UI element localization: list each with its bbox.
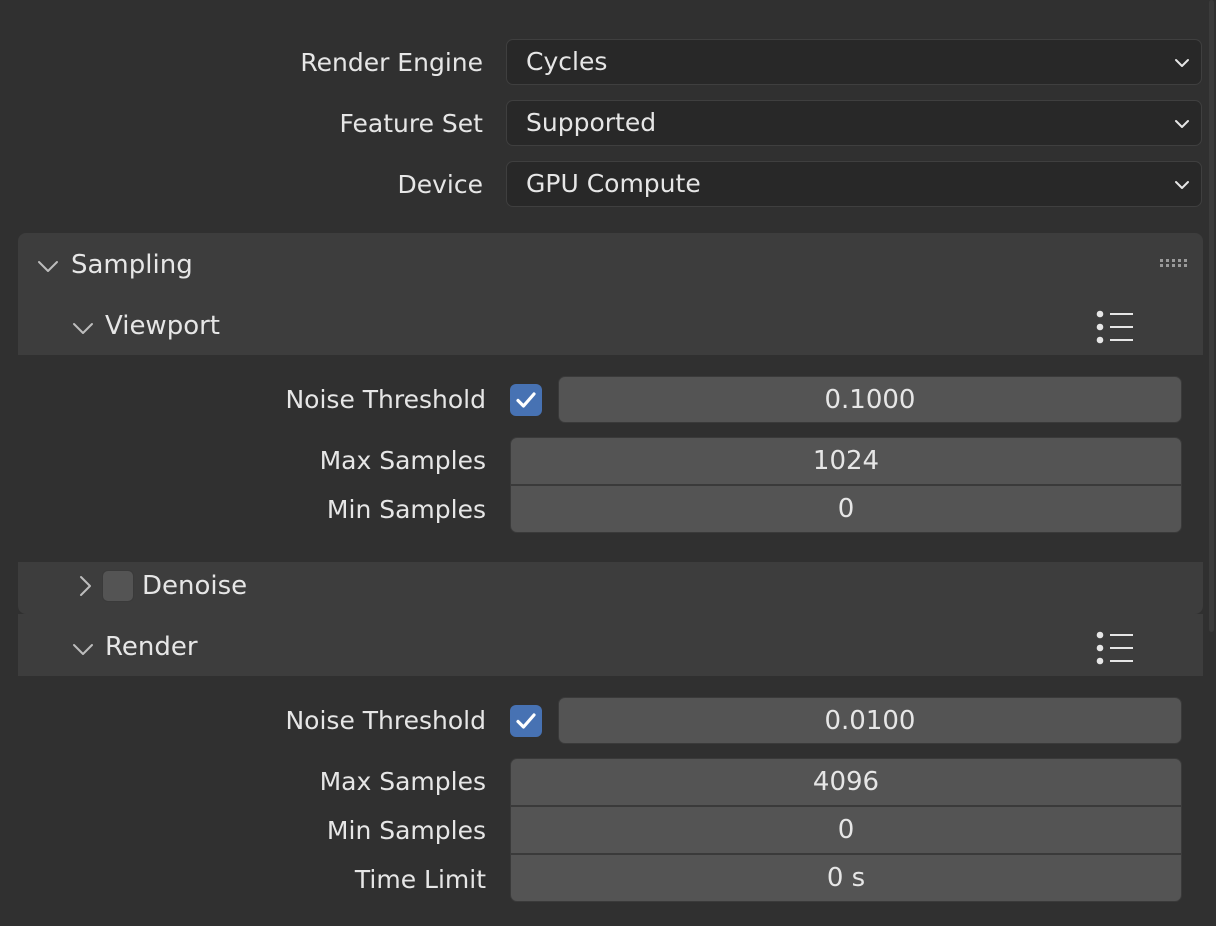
chevron-right-icon[interactable] [73,574,97,598]
render-max-samples-field[interactable]: 4096 [510,758,1182,806]
device-value: GPU Compute [526,169,701,198]
preset-list-icon[interactable] [1095,309,1135,345]
checkmark-icon [516,392,536,408]
render-engine-value: Cycles [526,47,608,76]
viewport-noise-threshold-checkbox[interactable] [510,384,542,416]
feature-set-value: Supported [526,108,657,137]
device-dropdown[interactable]: GPU Compute [506,161,1202,207]
render-max-samples-label: Max Samples [319,767,486,796]
render-time-limit-label: Time Limit [354,865,486,894]
viewport-min-samples-label: Min Samples [326,495,486,524]
sampling-panel-title[interactable]: Sampling [71,250,193,280]
feature-set-dropdown[interactable]: Supported [506,100,1202,146]
chevron-down-icon [1175,120,1189,128]
viewport-subpanel-title[interactable]: Viewport [105,311,220,341]
render-noise-threshold-value: 0.0100 [824,705,916,736]
viewport-min-samples-value: 0 [837,494,855,524]
preset-list-icon[interactable] [1095,630,1135,666]
render-max-samples-value: 4096 [812,767,880,797]
viewport-noise-threshold-value: 0.1000 [824,384,916,415]
denoise-checkbox[interactable] [102,570,134,602]
chevron-down-icon[interactable] [36,254,60,278]
render-noise-threshold-label: Noise Threshold [285,706,486,735]
chevron-down-icon [1175,181,1189,189]
chevron-down-icon [1175,59,1189,67]
chevron-down-icon[interactable] [71,637,95,661]
device-label: Device [397,170,484,199]
viewport-noise-threshold-label: Noise Threshold [285,385,486,414]
viewport-max-samples-label: Max Samples [319,446,486,475]
render-noise-threshold-checkbox[interactable] [510,705,542,737]
render-time-limit-field[interactable]: 0 s [510,854,1182,902]
render-min-samples-label: Min Samples [326,816,486,845]
scrollbar[interactable] [1209,0,1214,632]
render-noise-threshold-field[interactable]: 0.0100 [558,697,1182,744]
viewport-max-samples-value: 1024 [812,446,880,476]
drag-handle-icon[interactable] [1158,256,1188,270]
render-time-limit-value: 0 s [826,863,866,893]
feature-set-label: Feature Set [339,109,483,138]
render-engine-label: Render Engine [300,48,483,77]
properties-editor: Render Engine Cycles Feature Set Support… [0,0,1216,926]
denoise-label[interactable]: Denoise [142,571,247,601]
viewport-noise-threshold-field[interactable]: 0.1000 [558,376,1182,423]
render-engine-dropdown[interactable]: Cycles [506,39,1202,85]
viewport-min-samples-field[interactable]: 0 [510,485,1182,533]
checkmark-icon [516,713,536,729]
render-min-samples-value: 0 [837,815,855,845]
render-subpanel-title[interactable]: Render [105,632,198,662]
render-min-samples-field[interactable]: 0 [510,806,1182,854]
viewport-max-samples-field[interactable]: 1024 [510,437,1182,485]
chevron-down-icon[interactable] [71,316,95,340]
